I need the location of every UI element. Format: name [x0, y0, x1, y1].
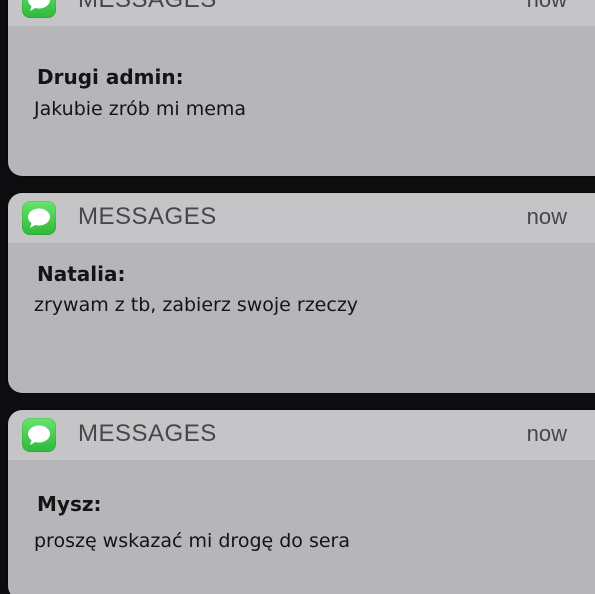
notification-time: now: [526, 204, 567, 229]
message-text: proszę wskazać mi drogę do sera: [34, 530, 350, 552]
notification-body: Mysz: proszę wskazać mi drogę do sera: [8, 461, 595, 594]
notification-header: MESSAGES now: [8, 410, 595, 461]
notification-card[interactable]: MESSAGES now Drugi admin: Jakubie zrób m…: [8, 0, 595, 176]
notification-card[interactable]: MESSAGES now Mysz: proszę wskazać mi dro…: [8, 410, 595, 594]
lock-screen: MESSAGES now Drugi admin: Jakubie zrób m…: [0, 0, 595, 594]
app-name: MESSAGES: [78, 420, 217, 447]
message-text: Jakubie zrób mi mema: [34, 98, 247, 120]
messages-app-icon: [22, 201, 56, 235]
notification-header: MESSAGES now: [8, 193, 595, 244]
notification-body: Drugi admin: Jakubie zrób mi mema: [8, 27, 595, 176]
notification-header: MESSAGES now: [8, 0, 595, 27]
sender-name: Drugi admin:: [37, 65, 184, 89]
notification-body: Natalia: zrywam z tb, zabierz swoje rzec…: [8, 244, 595, 393]
sender-name: Natalia:: [37, 262, 126, 286]
notification-card[interactable]: MESSAGES now Natalia: zrywam z tb, zabie…: [8, 193, 595, 393]
notification-time: now: [527, 0, 567, 13]
app-name: MESSAGES: [78, 203, 217, 230]
messages-app-icon: [22, 418, 56, 452]
messages-app-icon: [22, 0, 56, 18]
notification-time: now: [526, 421, 567, 446]
sender-name: Mysz:: [37, 492, 102, 516]
message-text: zrywam z tb, zabierz swoje rzeczy: [34, 294, 359, 316]
app-name: MESSAGES: [78, 0, 217, 14]
